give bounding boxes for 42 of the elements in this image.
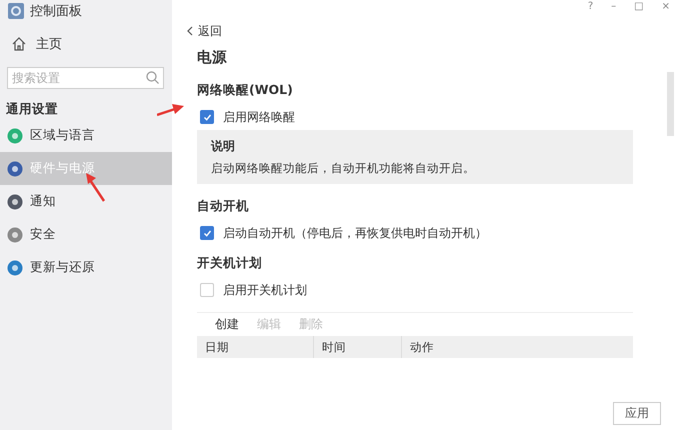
checkbox[interactable] [200,110,214,124]
checkmark-icon [202,112,212,122]
app-title: 控制面板 [30,3,82,20]
apply-button[interactable]: 应用 [613,402,661,425]
home-link[interactable]: 主页 [0,34,172,54]
window-control-button[interactable]: – [611,1,616,12]
checkmark-icon [202,228,212,238]
section-heading: 自动开机 [197,198,250,215]
sidebar-item[interactable]: 更新与还原 [0,251,172,284]
scrollbar[interactable] [667,72,674,136]
category-icon [7,194,23,210]
checkbox-label: 启用开关机计划 [223,282,307,298]
checkbox[interactable] [200,283,214,297]
category-icon [7,260,23,276]
sidebar-item[interactable]: 安全 [0,218,172,251]
sidebar-item[interactable]: 区域与语言 [0,119,172,152]
category-icon [7,160,23,176]
checkbox-label: 启用网络唤醒 [223,108,295,126]
control-panel-icon [8,3,24,19]
home-icon [12,37,26,51]
info-title: 说明 [211,138,236,155]
page-title: 电源 [197,48,228,68]
back-link[interactable]: 返回 [187,23,676,39]
info-text: 启动网络唤醒功能后，自动开机功能将自动开启。 [211,161,476,176]
checkbox[interactable] [200,226,214,240]
column-header[interactable]: 日期 [197,336,314,358]
window-control-button[interactable]: × [662,1,670,12]
checkbox-label: 启动自动开机（停电后，再恢复供电时自动开机） [223,224,487,242]
chevron-left-icon [187,26,193,36]
category-icon [7,128,23,144]
column-header[interactable]: 动作 [402,336,434,358]
window-control-button[interactable]: □ [634,1,644,12]
search-field[interactable]: 搜索设置 [7,67,164,89]
section-heading: 开关机计划 [197,255,263,272]
section-heading: 通用设置 [5,100,59,118]
sidebar-item[interactable]: 通知 [0,185,172,218]
category-icon [7,226,23,242]
window-control-button[interactable]: ? [588,1,594,12]
toolbar-button[interactable]: 创建 [209,316,245,336]
search-icon [146,71,159,84]
section-heading: 网络唤醒(WOL) [197,82,294,99]
column-header[interactable]: 时间 [314,336,402,358]
